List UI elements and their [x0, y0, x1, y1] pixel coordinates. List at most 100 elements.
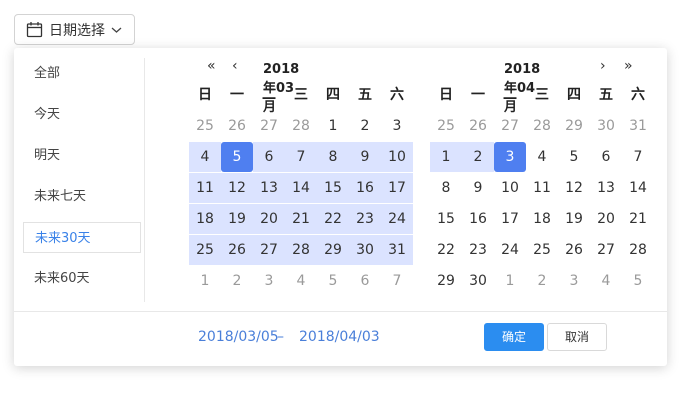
- day-cell[interactable]: 31: [381, 235, 413, 265]
- day-cell[interactable]: 3: [558, 266, 590, 296]
- day-cell[interactable]: 26: [558, 235, 590, 265]
- day-cell[interactable]: 4: [590, 266, 622, 296]
- day-cell[interactable]: 18: [526, 204, 558, 234]
- day-cell[interactable]: 1: [189, 266, 221, 296]
- preset-tomorrow[interactable]: 明天: [23, 140, 141, 171]
- day-cell[interactable]: 5: [317, 266, 349, 296]
- day-cell[interactable]: 6: [590, 142, 622, 172]
- day-cell[interactable]: 22: [430, 235, 462, 265]
- day-cell[interactable]: 4: [189, 142, 221, 172]
- calendar-icon: [26, 21, 43, 38]
- day-cell[interactable]: 17: [381, 173, 413, 203]
- day-cell[interactable]: 2: [349, 111, 381, 141]
- day-cell[interactable]: 6: [349, 266, 381, 296]
- day-cell[interactable]: 9: [462, 173, 494, 203]
- day-cell[interactable]: 7: [381, 266, 413, 296]
- day-cell[interactable]: 28: [622, 235, 654, 265]
- day-cell[interactable]: 7: [622, 142, 654, 172]
- day-cell[interactable]: 23: [462, 235, 494, 265]
- day-cell[interactable]: 24: [494, 235, 526, 265]
- day-cell[interactable]: 8: [430, 173, 462, 203]
- day-cell[interactable]: 2: [221, 266, 253, 296]
- prev-year-icon[interactable]: «: [207, 58, 216, 74]
- cancel-button[interactable]: 取消: [547, 323, 607, 351]
- day-cell[interactable]: 30: [462, 266, 494, 296]
- day-cell[interactable]: 5: [558, 142, 590, 172]
- day-cell[interactable]: 30: [349, 235, 381, 265]
- preset-all[interactable]: 全部: [23, 58, 141, 89]
- day-cell[interactable]: 25: [189, 235, 221, 265]
- day-cell[interactable]: 2: [462, 142, 494, 172]
- day-cell[interactable]: 28: [285, 111, 317, 141]
- day-cell[interactable]: 23: [349, 204, 381, 234]
- preset-today[interactable]: 今天: [23, 99, 141, 130]
- day-cell[interactable]: 21: [622, 204, 654, 234]
- day-cell[interactable]: 4: [526, 142, 558, 172]
- selected-day[interactable]: 5: [221, 142, 253, 172]
- day-cell[interactable]: 26: [221, 235, 253, 265]
- day-cell[interactable]: 24: [381, 204, 413, 234]
- day-cell[interactable]: 27: [253, 111, 285, 141]
- day-cell[interactable]: 29: [317, 235, 349, 265]
- day-cell[interactable]: 8: [317, 142, 349, 172]
- day-cell[interactable]: 2: [526, 266, 558, 296]
- day-cell[interactable]: 19: [221, 204, 253, 234]
- trigger-label: 日期选择: [49, 22, 105, 39]
- day-cell[interactable]: 31: [622, 111, 654, 141]
- day-cell[interactable]: 20: [253, 204, 285, 234]
- day-cell[interactable]: 16: [462, 204, 494, 234]
- day-cell[interactable]: 29: [430, 266, 462, 296]
- day-cell[interactable]: 4: [285, 266, 317, 296]
- day-cell[interactable]: 13: [590, 173, 622, 203]
- day-cell[interactable]: 26: [221, 111, 253, 141]
- day-cell[interactable]: 1: [494, 266, 526, 296]
- day-cell[interactable]: 28: [285, 235, 317, 265]
- day-cell[interactable]: 18: [189, 204, 221, 234]
- day-cell[interactable]: 22: [317, 204, 349, 234]
- day-cell[interactable]: 25: [189, 111, 221, 141]
- date-picker-trigger[interactable]: 日期选择: [14, 14, 135, 45]
- day-cell[interactable]: 14: [285, 173, 317, 203]
- day-cell[interactable]: 16: [349, 173, 381, 203]
- day-cell[interactable]: 11: [189, 173, 221, 203]
- day-cell[interactable]: 10: [494, 173, 526, 203]
- day-cell[interactable]: 29: [558, 111, 590, 141]
- selected-day[interactable]: 3: [494, 142, 526, 172]
- day-cell[interactable]: 25: [430, 111, 462, 141]
- day-cell[interactable]: 28: [526, 111, 558, 141]
- day-cell[interactable]: 13: [253, 173, 285, 203]
- day-cell[interactable]: 3: [381, 111, 413, 141]
- day-cell[interactable]: 15: [317, 173, 349, 203]
- day-cell[interactable]: 27: [590, 235, 622, 265]
- preset-next-60-days[interactable]: 未来60天: [23, 263, 141, 294]
- prev-month-icon[interactable]: ‹: [232, 58, 238, 74]
- day-cell[interactable]: 27: [253, 235, 285, 265]
- weekday-header: 日: [439, 87, 453, 103]
- day-cell[interactable]: 12: [221, 173, 253, 203]
- day-cell[interactable]: 26: [462, 111, 494, 141]
- day-cell[interactable]: 10: [381, 142, 413, 172]
- day-cell[interactable]: 14: [622, 173, 654, 203]
- next-month-icon[interactable]: ›: [600, 58, 606, 74]
- day-cell[interactable]: 15: [430, 204, 462, 234]
- day-cell[interactable]: 11: [526, 173, 558, 203]
- day-cell[interactable]: 1: [317, 111, 349, 141]
- next-year-icon[interactable]: »: [624, 58, 633, 74]
- day-cell[interactable]: 17: [494, 204, 526, 234]
- day-cell[interactable]: 3: [253, 266, 285, 296]
- day-cell[interactable]: 6: [253, 142, 285, 172]
- confirm-button[interactable]: 确定: [484, 323, 544, 351]
- day-cell[interactable]: 1: [430, 142, 462, 172]
- day-cell[interactable]: 25: [526, 235, 558, 265]
- day-cell[interactable]: 30: [590, 111, 622, 141]
- day-cell[interactable]: 19: [558, 204, 590, 234]
- day-cell[interactable]: 12: [558, 173, 590, 203]
- day-cell[interactable]: 27: [494, 111, 526, 141]
- day-cell[interactable]: 5: [622, 266, 654, 296]
- day-cell[interactable]: 20: [590, 204, 622, 234]
- day-cell[interactable]: 21: [285, 204, 317, 234]
- preset-next-7-days[interactable]: 未来七天: [23, 181, 141, 212]
- day-cell[interactable]: 9: [349, 142, 381, 172]
- preset-next-30-days[interactable]: 未来30天: [23, 222, 141, 253]
- day-cell[interactable]: 7: [285, 142, 317, 172]
